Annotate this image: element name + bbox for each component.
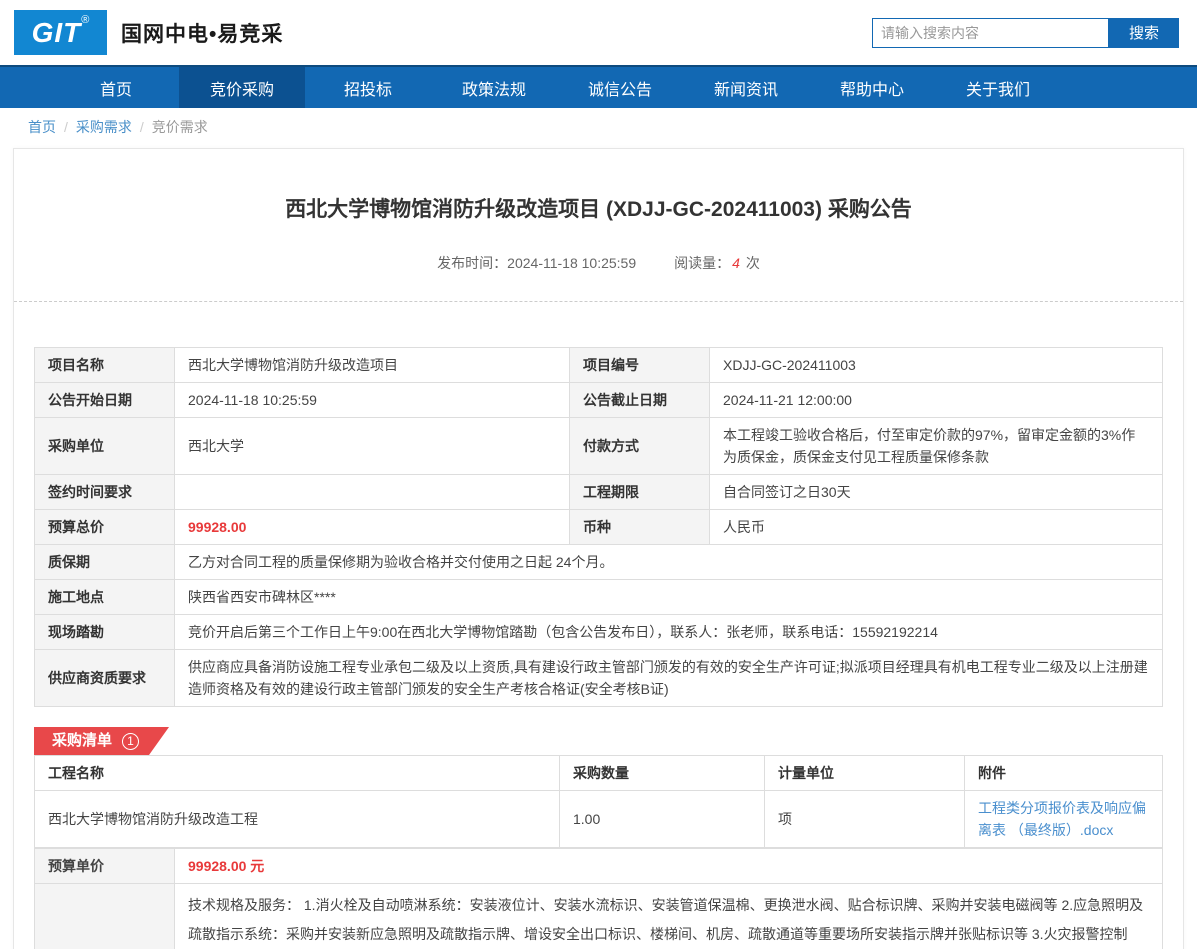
unit-price-cell: 99928.00 元 (175, 849, 1163, 884)
detail-label: 供应商资质要求 (35, 650, 175, 707)
table-row: 现场踏勘 竞价开启后第三个工作日上午9:00在西北大学博物馆踏勘（包含公告发布日… (35, 615, 1163, 650)
project-details-table: 项目名称 西北大学博物馆消防升级改造项目 项目编号 XDJJ-GC-202411… (34, 347, 1163, 707)
detail-value: 西北大学 (175, 418, 570, 475)
unit-price-value: 99928.00 元 (188, 858, 264, 874)
unit-price-label: 预算单价 (35, 849, 175, 884)
detail-value: 乙方对合同工程的质量保修期为验收合格并交付使用之日起 24个月。 (175, 545, 1163, 580)
table-row: 供应商资质要求 供应商应具备消防设施工程专业承包二级及以上资质,具有建设行政主管… (35, 650, 1163, 707)
detail-label: 施工地点 (35, 580, 175, 615)
column-header-name: 工程名称 (35, 756, 560, 791)
detail-label: 现场踏勘 (35, 615, 175, 650)
breadcrumb-purchase-demand[interactable]: 采购需求 (76, 117, 132, 137)
table-row: 质保期 乙方对合同工程的质量保修期为验收合格并交付使用之日起 24个月。 (35, 545, 1163, 580)
nav-item-bidding-purchase[interactable]: 竞价采购 (179, 67, 305, 108)
nav-item-integrity[interactable]: 诚信公告 (557, 67, 683, 108)
table-row: 采购单位 西北大学 付款方式 本工程竣工验收合格后，付至审定价款的97%，留审定… (35, 418, 1163, 475)
breadcrumb-separator: / (140, 119, 144, 135)
nav-item-tender[interactable]: 招投标 (305, 67, 431, 108)
site-name: 国网中电•易竞采 (121, 18, 283, 48)
table-header-row: 工程名称 采购数量 计量单位 附件 (35, 756, 1163, 791)
publish-time-value: 2024-11-18 10:25:59 (507, 255, 636, 271)
detail-value: 本工程竣工验收合格后，付至审定价款的97%，留审定金额的3%作为质保金，质保金支… (710, 418, 1163, 475)
views-count: 4 (730, 255, 742, 271)
views-label: 阅读量： (674, 255, 730, 271)
detail-value-budget-total: 99928.00 (175, 510, 570, 545)
table-row: 工程内容 技术规格及服务： 1.消火栓及自动喷淋系统：安装液位计、安装水流标识、… (35, 884, 1163, 949)
nav-item-home[interactable]: 首页 (53, 67, 179, 108)
announcement-card: 西北大学博物馆消防升级改造项目 (XDJJ-GC-202411003) 采购公告… (13, 148, 1184, 949)
budget-total-value: 99928.00 (188, 519, 246, 535)
item-qty-cell: 1.00 (560, 791, 765, 848)
divider (14, 301, 1183, 302)
purchase-list-badge: 采购清单 1 (34, 727, 169, 755)
detail-value: 陕西省西安市碑林区**** (175, 580, 1163, 615)
purchase-items-table: 工程名称 采购数量 计量单位 附件 西北大学博物馆消防升级改造工程 1.00 项… (34, 755, 1163, 848)
column-header-qty: 采购数量 (560, 756, 765, 791)
detail-value: 2024-11-18 10:25:59 (175, 383, 570, 418)
breadcrumb-separator: / (64, 119, 68, 135)
detail-label: 采购单位 (35, 418, 175, 475)
detail-value: 西北大学博物馆消防升级改造项目 (175, 348, 570, 383)
detail-value: 供应商应具备消防设施工程专业承包二级及以上资质,具有建设行政主管部门颁发的有效的… (175, 650, 1163, 707)
detail-value: 人民币 (710, 510, 1163, 545)
column-header-attachment: 附件 (965, 756, 1163, 791)
views-unit: 次 (746, 255, 760, 271)
table-row: 西北大学博物馆消防升级改造工程 1.00 项 工程类分项报价表及响应偏离表 （最… (35, 791, 1163, 848)
badge-number-icon: 1 (122, 733, 139, 750)
detail-value (175, 475, 570, 510)
detail-value: 2024-11-21 12:00:00 (710, 383, 1163, 418)
breadcrumb-home[interactable]: 首页 (28, 117, 56, 137)
table-row: 施工地点 陕西省西安市碑林区**** (35, 580, 1163, 615)
detail-label: 币种 (570, 510, 710, 545)
item-extra-table: 预算单价 99928.00 元 工程内容 技术规格及服务： 1.消火栓及自动喷淋… (34, 848, 1163, 949)
nav-item-news[interactable]: 新闻资讯 (683, 67, 809, 108)
detail-label: 项目编号 (570, 348, 710, 383)
table-row: 项目名称 西北大学博物馆消防升级改造项目 项目编号 XDJJ-GC-202411… (35, 348, 1163, 383)
main-nav: 首页 竞价采购 招投标 政策法规 诚信公告 新闻资讯 帮助中心 关于我们 (0, 65, 1197, 108)
page-title: 西北大学博物馆消防升级改造项目 (XDJJ-GC-202411003) 采购公告 (34, 149, 1163, 223)
item-name-cell: 西北大学博物馆消防升级改造工程 (35, 791, 560, 848)
table-row: 预算总价 99928.00 币种 人民币 (35, 510, 1163, 545)
table-row: 预算单价 99928.00 元 (35, 849, 1163, 884)
site-logo[interactable]: GIT ® (14, 10, 107, 55)
detail-value: 自合同签订之日30天 (710, 475, 1163, 510)
item-unit-cell: 项 (765, 791, 965, 848)
project-content-label: 工程内容 (35, 884, 175, 949)
logo-text: GIT (32, 10, 82, 55)
detail-label: 项目名称 (35, 348, 175, 383)
detail-label: 签约时间要求 (35, 475, 175, 510)
detail-label: 预算总价 (35, 510, 175, 545)
top-header: GIT ® 国网中电•易竞采 搜索 (0, 0, 1197, 65)
detail-label: 质保期 (35, 545, 175, 580)
detail-label: 公告开始日期 (35, 383, 175, 418)
nav-item-about[interactable]: 关于我们 (935, 67, 1061, 108)
breadcrumb: 首页 / 采购需求 / 竞价需求 (0, 108, 1197, 146)
detail-value: 竞价开启后第三个工作日上午9:00在西北大学博物馆踏勘（包含公告发布日），联系人… (175, 615, 1163, 650)
purchase-list-badge-row: 采购清单 1 (34, 727, 1163, 755)
column-header-unit: 计量单位 (765, 756, 965, 791)
search-bar: 搜索 (872, 18, 1179, 48)
attachment-link[interactable]: 工程类分项报价表及响应偏离表 （最终版）.docx (978, 800, 1146, 838)
announcement-meta: 发布时间：2024-11-18 10:25:59 阅读量：4 次 (34, 253, 1163, 273)
table-row: 公告开始日期 2024-11-18 10:25:59 公告截止日期 2024-1… (35, 383, 1163, 418)
purchase-list-badge-label: 采购清单 (52, 727, 112, 755)
nav-item-help[interactable]: 帮助中心 (809, 67, 935, 108)
detail-value: XDJJ-GC-202411003 (710, 348, 1163, 383)
project-content-value: 技术规格及服务： 1.消火栓及自动喷淋系统：安装液位计、安装水流标识、安装管道保… (175, 884, 1163, 949)
detail-label: 付款方式 (570, 418, 710, 475)
item-attachment-cell: 工程类分项报价表及响应偏离表 （最终版）.docx (965, 791, 1163, 848)
search-button[interactable]: 搜索 (1109, 18, 1179, 48)
breadcrumb-current: 竞价需求 (152, 117, 208, 137)
publish-time-label: 发布时间： (437, 255, 507, 271)
nav-item-policy[interactable]: 政策法规 (431, 67, 557, 108)
search-input[interactable] (872, 18, 1109, 48)
table-row: 签约时间要求 工程期限 自合同签订之日30天 (35, 475, 1163, 510)
registered-mark-icon: ® (81, 14, 89, 26)
detail-label: 公告截止日期 (570, 383, 710, 418)
detail-label: 工程期限 (570, 475, 710, 510)
